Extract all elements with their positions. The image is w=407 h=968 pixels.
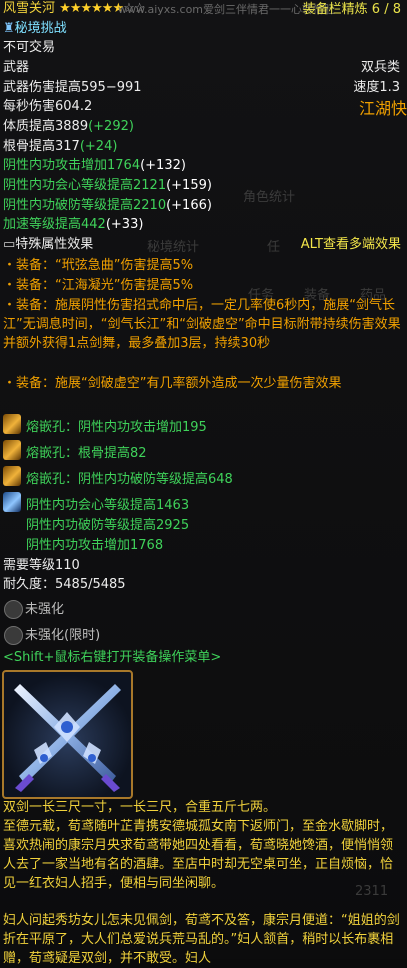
school-label: 江湖快 [358, 99, 407, 118]
item-tooltip: 风雪关河 ★★★★★★☆☆ www.aiyxs.com爱剑三伴情君一一心转情肚 … [0, 0, 407, 966]
star-filled-icon: ★ [59, 1, 71, 16]
level-requirement: 需要等级110 [3, 558, 80, 573]
socket-gem-icon [3, 440, 21, 460]
magic-stat-4: 加速等级提高442(+33) [3, 217, 144, 232]
lore-line-2: 至德元载，荀鸢随叶芷青携安德城孤女南下返师门，至金水歇脚时，喜欢热闹的康宗月央求… [3, 819, 394, 891]
socket-gem-icon [3, 414, 21, 434]
scroll-icon: ♜ [3, 21, 15, 36]
alt-hint: ALT查看多端效果 [300, 237, 401, 252]
lore-line-1: 双剑一长三尺一寸，一长三尺，合重五斤七两。 [3, 800, 277, 815]
tag-line: ♜秘境挑战 [3, 20, 67, 38]
star-filled-icon: ★ [101, 1, 114, 16]
star-filled-icon: ★ [69, 1, 82, 16]
magic-stat-3: 阴性内功破防等级提高2210(+166) [3, 198, 212, 213]
special-effect-1: ・装备：“玳弦急曲”伤害提高5% [3, 258, 194, 273]
enhance-icon [4, 600, 23, 619]
special-header: ▭特殊属性效果 [3, 236, 93, 254]
lore-line-3: 妇人问起秀坊女儿怎未见佩剑，荀鸢不及答，康宗月便道：“姐姐的剑折在平原了，大人们… [3, 913, 400, 966]
refine-slot-label: 装备栏精炼 6 / 8 [302, 2, 401, 17]
set-bonus-2: 阴性内功破防等级提高2925 [26, 518, 190, 533]
weapon-type: 武器 [3, 60, 30, 75]
socket-gem-icon [3, 466, 21, 486]
enhance-icon [4, 626, 23, 645]
star-filled-icon: ★ [91, 1, 103, 16]
socket-3: 熔嵌孔：阴性内功破防等级提高648 [26, 472, 233, 487]
tag-label: 秘境挑战 [14, 21, 67, 36]
weapon-damage: 武器伤害提高595−991 [3, 80, 142, 95]
trade-status: 不可交易 [3, 40, 56, 55]
special-title: 特殊属性效果 [15, 237, 94, 252]
special-effect-3: ・装备：施展阴性伤害招式命中后，一定几率使6秒内，施展“剑气长江”无调息时间，“… [3, 298, 401, 351]
set-bonus-1: 阴性内功会心等级提高1463 [26, 498, 190, 513]
special-effect-2: ・装备：“江海凝光”伤害提高5% [3, 278, 194, 293]
socket-2: 熔嵌孔：根骨提高82 [26, 446, 147, 461]
monitor-icon: ▭ [3, 237, 16, 252]
ghost-label: 角色统计 [243, 190, 296, 205]
weapon-dps: 每秒伤害604.2 [3, 99, 93, 114]
socket-1: 熔嵌孔：阴性内功攻击增加195 [26, 420, 207, 435]
weapon-kind: 双兵类 [360, 60, 400, 75]
magic-stat-1: 阴性内功攻击增加1764(+132) [3, 158, 186, 173]
base-stat-2: 根骨提高317(+24) [3, 139, 118, 154]
base-stat-1: 体质提高3889(+292) [3, 119, 134, 134]
item-name: 风雪关河 [3, 1, 56, 16]
star-filled-icon: ★ [80, 1, 92, 16]
shift-click-hint: <Shift+鼠标右键打开装备操作菜单> [3, 650, 222, 665]
enhance-status-timed: 未强化(限时) [25, 628, 101, 643]
item-image-twin-swords [2, 670, 133, 799]
enhance-status: 未强化 [25, 602, 65, 617]
ghost-label: 任 [267, 240, 281, 255]
durability: 耐久度：5485/5485 [3, 577, 126, 592]
ghost-label: 秘境统计 [147, 240, 200, 255]
magic-stat-2: 阴性内功会心等级提高2121(+159) [3, 178, 212, 193]
set-bonus-3: 阴性内功攻击增加1768 [26, 538, 164, 553]
set-gem-icon [3, 492, 21, 512]
special-effect-4: ・装备：施展“剑破虚空”有几率额外造成一次少量伤害效果 [3, 376, 342, 391]
weapon-speed: 速度1.3 [353, 80, 400, 95]
